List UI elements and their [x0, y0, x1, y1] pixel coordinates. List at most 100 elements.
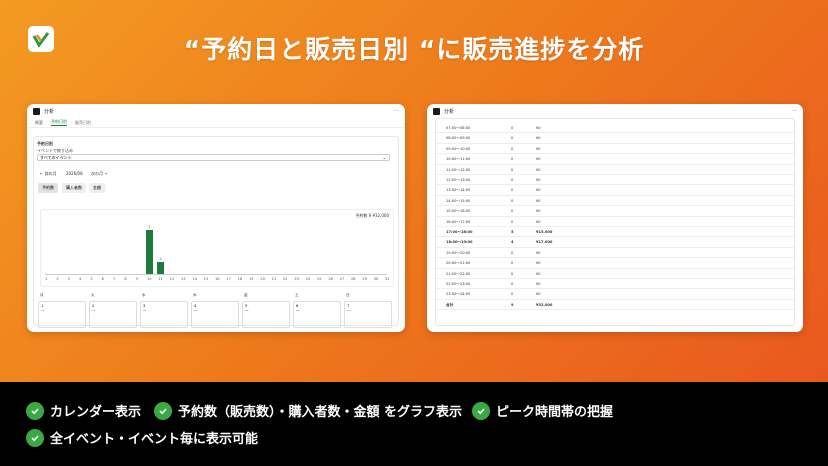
tab-overview[interactable]: 概要: [35, 120, 43, 126]
table-cell: ¥0: [536, 178, 541, 182]
table-cell: 0: [511, 250, 514, 255]
view-tab-reservations[interactable]: 予約数: [38, 183, 58, 193]
calendar-day-value: —: [92, 308, 96, 312]
table-row: 09:00〜10:00 0 ¥0: [436, 144, 794, 155]
x-tick-label: 1: [45, 277, 48, 281]
calendar-day[interactable]: 3—: [140, 301, 188, 328]
table-row: 21:00〜22:00 0 ¥0: [436, 269, 794, 279]
table-cell: 13:00〜14:00: [446, 188, 471, 193]
x-tick-label: 4: [79, 277, 82, 281]
daily-analysis-panel: 分析 ··· 概要 予約日別 販売日別 予約日別 イベントで絞り込み すべてのイ…: [27, 104, 405, 332]
table-cell: ¥0: [536, 126, 541, 130]
table-cell: 15:00〜16:00: [446, 209, 471, 214]
weekday-label: 水: [142, 293, 146, 297]
x-tick-label: 22: [283, 277, 288, 281]
data-label: 2: [159, 256, 162, 261]
table-row: 10:00〜11:00 0 ¥0: [436, 154, 794, 165]
table-cell: 10:00〜11:00: [446, 157, 471, 162]
app-icon: [33, 107, 40, 115]
x-tick-label: 30: [373, 277, 379, 281]
weekday-label: 火: [91, 293, 95, 297]
view-tab-buyers[interactable]: 購入者数: [62, 183, 86, 193]
table-cell: 4: [511, 240, 514, 245]
x-tick-label: 3: [67, 277, 70, 281]
table-cell: 0: [511, 126, 514, 130]
calendar-day[interactable]: 7—: [344, 301, 392, 328]
app-header: 分析 ···: [27, 104, 405, 118]
table-cell: 9: [511, 302, 514, 307]
feature-label: 予約数（販売数）・購入者数・金額 をグラフ表示: [178, 405, 463, 420]
calendar-day[interactable]: 5—: [242, 301, 290, 328]
weekday-label: 月: [40, 293, 44, 297]
table-cell: ¥0: [536, 219, 541, 224]
x-tick-label: 31: [385, 277, 390, 281]
view-tab-amount[interactable]: 金額: [89, 183, 105, 193]
calendar-day-value: —: [296, 308, 300, 312]
weekday-label: 金: [244, 293, 248, 297]
event-filter-select[interactable]: すべてのイベント ⌄: [37, 154, 390, 161]
check-icon: [26, 428, 44, 447]
data-label: 7: [148, 225, 151, 230]
calendar-day[interactable]: 1—: [38, 301, 86, 328]
table-cell: 09:00〜10:00: [446, 146, 471, 151]
table-row: 23:00〜24:00 0 ¥0: [436, 289, 794, 300]
more-icon[interactable]: ···: [791, 108, 797, 115]
weekday-label: 土: [295, 293, 299, 297]
table-row: 19:00〜20:00 0 ¥0: [436, 248, 794, 259]
check-icon: [472, 401, 490, 420]
feature-label: 全イベント・イベント毎に表示可能: [50, 432, 259, 447]
calendar-day-value: —: [347, 308, 351, 312]
x-tick-label: 10: [147, 277, 152, 281]
feature-item: ピーク時間帯の把握: [472, 401, 613, 420]
calendar-day[interactable]: 2—: [89, 301, 137, 328]
x-tick-label: 28: [351, 277, 356, 281]
hourly-table: 07:00〜08:00 0 ¥0 08:00〜09:00 0 ¥0 09:00〜10:00 0…: [435, 118, 795, 326]
hourly-analysis-panel: 分析 ··· 07:00〜08:00 0 ¥0 08:00〜09:00 0 ¥0 09:00…: [427, 104, 803, 332]
table-cell: 20:00〜21:00: [446, 261, 471, 266]
x-tick-label: 7: [113, 277, 116, 281]
table-row: 18:00〜19:00 4 ¥17,000: [436, 237, 794, 248]
table-row: 22:00〜23:00 0 ¥0: [436, 279, 794, 290]
calendar-day[interactable]: 6—: [293, 301, 341, 328]
calendar-day[interactable]: 4—: [191, 301, 239, 328]
table-cell: 19:00〜20:00: [446, 250, 471, 255]
table-cell: 0: [511, 136, 514, 141]
x-tick-label: 18: [237, 277, 243, 281]
table-cell: ¥32,000: [536, 302, 553, 307]
prev-month-button[interactable]: ← 前の月: [40, 171, 57, 177]
x-tick-label: 26: [328, 277, 333, 281]
table-cell: ¥0: [536, 209, 541, 214]
x-tick-label: 23: [294, 277, 299, 281]
feature-item: 全イベント・イベント毎に表示可能: [26, 428, 258, 447]
table-row: 08:00〜09:00 0 ¥0: [436, 133, 794, 144]
table-cell: ¥0: [536, 136, 541, 141]
x-tick-label: 2: [56, 277, 59, 281]
x-tick-label: 21: [271, 277, 277, 281]
x-tick-label: 17: [226, 277, 231, 281]
chart-bar: [146, 230, 153, 274]
table-cell: 11:00〜12:00: [446, 167, 471, 172]
x-tick-label: 15: [203, 277, 209, 281]
table-row: 14:00〜15:00 0 ¥0: [436, 196, 794, 207]
x-tick-label: 19: [249, 277, 254, 281]
next-month-button[interactable]: 次の月 →: [91, 171, 108, 177]
tab-by-reservation-date[interactable]: 予約日別: [51, 119, 67, 126]
x-tick-label: 27: [339, 277, 345, 281]
table-row: 12:00〜13:00 0 ¥0: [436, 175, 794, 186]
table-cell: 08:00〜09:00: [446, 136, 471, 141]
more-icon[interactable]: ···: [393, 108, 399, 115]
table-row: 16:00〜17:00 0 ¥0: [436, 217, 794, 227]
check-icon: [26, 401, 44, 420]
app-title: 分析: [44, 108, 55, 115]
chevron-down-icon: ⌄: [382, 155, 386, 160]
x-tick-label: 6: [101, 277, 104, 281]
table-cell: ¥0: [536, 261, 541, 266]
calendar-day-value: —: [194, 308, 198, 312]
table-cell: ¥0: [536, 146, 541, 151]
table-cell: 0: [511, 146, 514, 151]
table-row: 20:00〜21:00 0 ¥0: [436, 258, 794, 269]
feature-footer: カレンダー表示 予約数（販売数）・購入者数・金額 をグラフ表示 ピーク時間帯の把…: [0, 382, 828, 466]
x-axis: [45, 274, 387, 275]
table-cell: 12:00〜13:00: [446, 178, 471, 182]
tab-by-sale-date[interactable]: 販売日別: [75, 120, 91, 126]
